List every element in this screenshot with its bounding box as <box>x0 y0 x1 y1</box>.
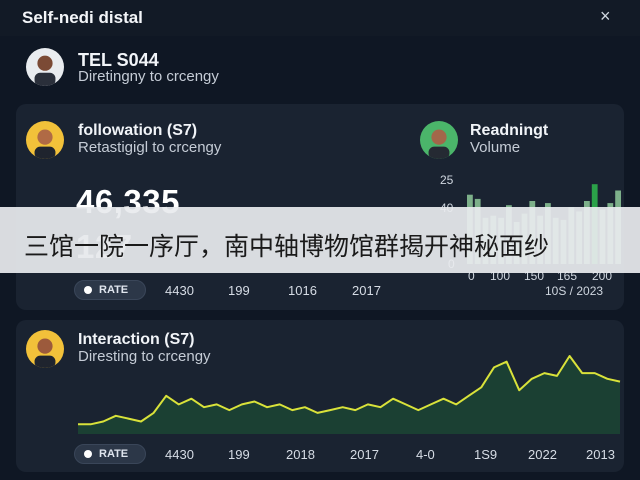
interaction-tick: 2017 <box>350 447 379 462</box>
interaction-rate-button[interactable]: RATE <box>74 444 146 464</box>
interaction-tick: 2018 <box>286 447 315 462</box>
followers-tick: 4430 <box>165 283 194 298</box>
interaction-area <box>78 356 620 434</box>
interaction-line-chart <box>78 355 621 434</box>
rate-label: RATE <box>99 448 129 460</box>
readership-avatar <box>420 121 458 159</box>
rate-dot-icon <box>84 286 92 294</box>
caption-banner: 三馆一院一序厅，南中轴博物馆群揭开神秘面纱 <box>0 207 640 273</box>
interaction-tick: 2013 <box>586 447 615 462</box>
followers-tick: 2017 <box>352 283 381 298</box>
interaction-title: Interaction (S7) <box>78 331 195 348</box>
followers-title: followation (S7) <box>78 122 198 139</box>
followers-tick: 1016 <box>288 283 317 298</box>
readership-footer: 10S / 2023 <box>545 284 604 298</box>
interaction-tick: 1S9 <box>474 447 498 462</box>
followers-rate-button[interactable]: RATE <box>74 280 146 300</box>
readership-title: Readningt <box>470 122 549 139</box>
readership-subtitle: Volume <box>470 139 521 156</box>
interaction-avatar <box>26 330 64 368</box>
title-bar: Self-nedi distal × <box>0 0 640 36</box>
profile-avatar <box>26 48 64 86</box>
interaction-tick: 199 <box>228 447 250 462</box>
caption-text: 三馆一院一序厅，南中轴博物馆群揭开神秘面纱 <box>24 233 550 261</box>
readership-y-tick: 25 <box>440 173 454 187</box>
followers-tick: 199 <box>228 283 250 298</box>
profile-subtitle: Diretingny to crcengy <box>78 68 219 85</box>
interaction-tick: 2022 <box>528 447 557 462</box>
interaction-tick: 4430 <box>165 447 194 462</box>
close-icon[interactable]: × <box>600 6 611 27</box>
app-title: Self-nedi distal <box>22 8 143 27</box>
followers-subtitle: Retastigigl to crcengy <box>78 139 222 156</box>
followers-avatar <box>26 121 64 159</box>
interaction-tick: 4-0 <box>416 447 435 462</box>
rate-dot-icon <box>84 450 92 458</box>
rate-label: RATE <box>99 284 129 296</box>
